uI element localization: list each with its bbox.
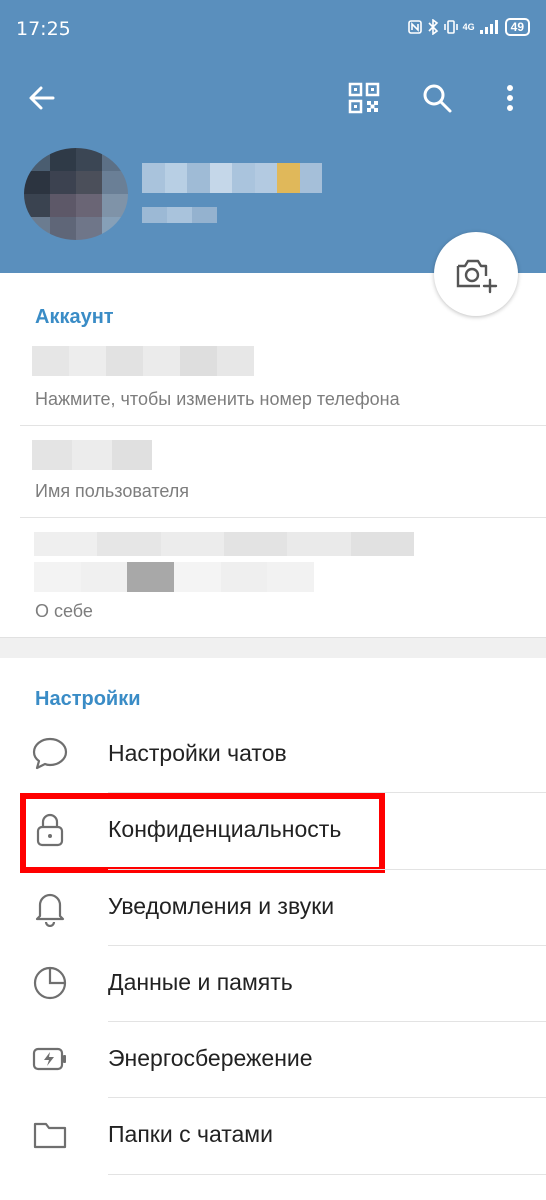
- bluetooth-icon: [428, 19, 438, 35]
- divider: [20, 517, 546, 518]
- divider: [108, 1021, 546, 1022]
- settings-item-label: Данные и память: [108, 969, 293, 995]
- bio-hint: О себе: [35, 601, 93, 621]
- divider: [20, 425, 546, 426]
- status-time: 17:25: [16, 18, 71, 40]
- back-arrow-icon[interactable]: [26, 82, 58, 114]
- bio-value-line2: [34, 562, 315, 592]
- signal-icon: [479, 20, 498, 34]
- username-value: [32, 440, 152, 470]
- divider: [108, 945, 546, 946]
- battery-indicator: 49: [504, 18, 530, 36]
- settings-item-label: Настройки чатов: [108, 740, 287, 766]
- search-icon[interactable]: [421, 82, 453, 114]
- status-bar: 17:25 4G 49: [0, 0, 546, 60]
- camera-add-icon: [456, 259, 498, 294]
- account-section-title: Аккаунт: [35, 306, 114, 328]
- divider: [108, 1097, 546, 1098]
- phone-hint: Нажмите, чтобы изменить номер телефона: [35, 389, 400, 409]
- set-photo-button[interactable]: [434, 232, 518, 316]
- username-hint: Имя пользователя: [35, 481, 190, 501]
- highlight-box: [20, 793, 385, 873]
- bio-value-line1: [34, 532, 414, 556]
- settings-item-label: Папки с чатами: [108, 1121, 273, 1147]
- qr-code-icon[interactable]: [348, 82, 380, 114]
- folder-icon: [33, 1122, 67, 1149]
- network-type: 4G: [462, 21, 475, 32]
- pie-chart-icon: [33, 966, 67, 1000]
- profile-header: 17:25 4G 49: [0, 0, 546, 273]
- avatar[interactable]: [24, 148, 128, 240]
- section-separator: [0, 637, 546, 658]
- more-vertical-icon[interactable]: [500, 82, 520, 114]
- divider: [108, 1174, 546, 1175]
- nfc-icon: [407, 20, 422, 34]
- settings-item-label: Энергосбережение: [108, 1045, 313, 1071]
- chat-bubble-icon: [32, 737, 68, 770]
- divider: [108, 869, 546, 870]
- profile-status: [142, 207, 217, 223]
- status-icons: 4G 49: [407, 18, 530, 36]
- profile-name: [142, 163, 322, 193]
- settings-section-title: Настройки: [35, 688, 141, 710]
- battery-bolt-icon: [32, 1047, 66, 1071]
- settings-item-label: Уведомления и звуки: [108, 893, 335, 919]
- phone-number-value: [32, 346, 254, 376]
- bell-icon: [35, 893, 65, 927]
- vibrate-icon: [443, 20, 458, 34]
